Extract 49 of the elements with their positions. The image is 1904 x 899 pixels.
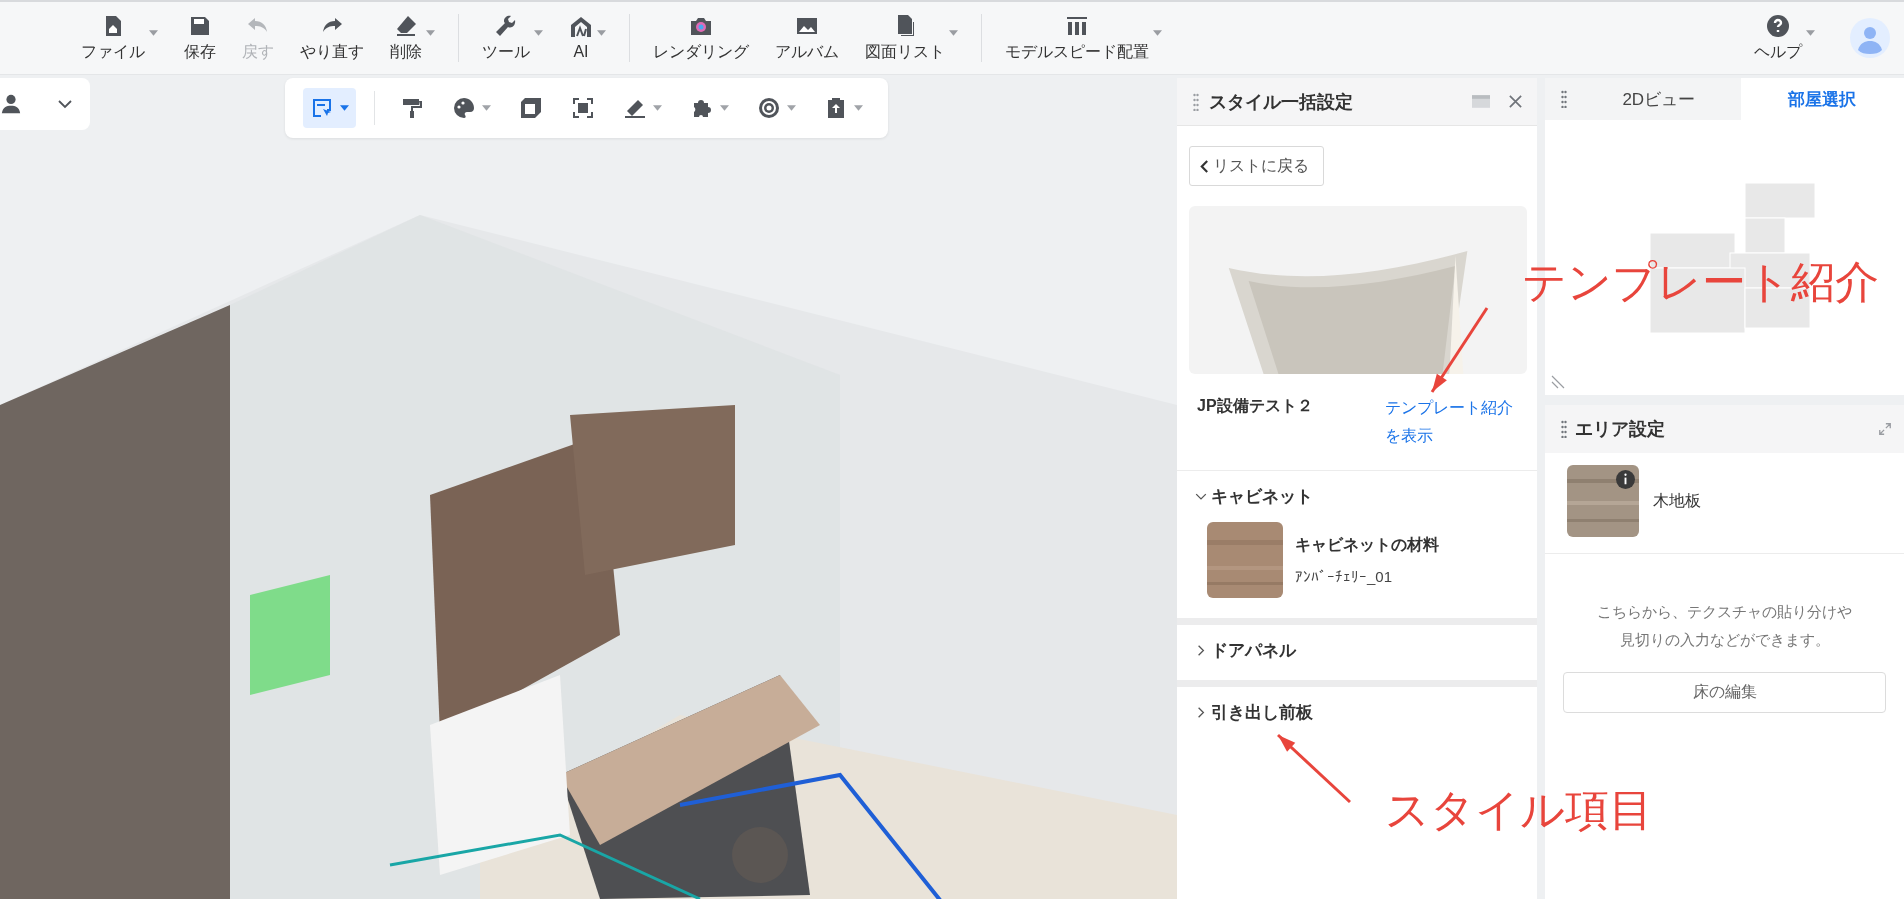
toolbar-button[interactable]: やり直す — [287, 13, 377, 63]
chevron-right-icon — [1197, 706, 1205, 719]
toolbar-button[interactable]: 保存 — [171, 13, 229, 63]
toolbar-button[interactable]: ツール — [469, 13, 556, 63]
floor-name: 木地板 — [1653, 490, 1701, 511]
drag-handle-icon[interactable] — [1561, 420, 1567, 438]
person-icon[interactable] — [0, 93, 22, 115]
house-icon — [569, 15, 593, 39]
help-button[interactable]: ヘルプ — [1741, 13, 1828, 63]
toolbar-button[interactable]: レンダリング — [640, 13, 762, 63]
toolbar-button[interactable]: モデルスピード配置 — [992, 13, 1175, 63]
tab[interactable]: 部屋選択 — [1740, 78, 1904, 120]
toolbar-button[interactable]: 図面リスト — [852, 13, 971, 63]
chevron-right-icon — [1197, 644, 1205, 657]
annotation-label: スタイル項目 — [1385, 786, 1653, 835]
drag-handle-icon[interactable] — [1561, 90, 1567, 108]
close-icon[interactable] — [1508, 94, 1523, 109]
palette-icon — [452, 96, 476, 120]
template-link[interactable]: テンプレート紹介を表示 — [1385, 394, 1517, 450]
hint-text: こちらから、テクスチャの貼り分けや見切りの入力などができます。 — [1596, 602, 1853, 650]
panel-title: スタイル一括設定 — [1209, 90, 1354, 114]
chevron-down-icon — [1194, 492, 1208, 501]
drag-handle-icon[interactable] — [1193, 92, 1199, 111]
section-header[interactable]: ドアパネル — [1177, 625, 1316, 670]
tool-button[interactable] — [303, 88, 356, 128]
eraser-icon — [394, 13, 418, 38]
target-icon — [757, 96, 781, 120]
wrench-icon — [494, 13, 518, 38]
frame-icon — [571, 96, 595, 120]
list-icon — [310, 96, 334, 120]
material-value: ｱﾝﾊﾞｰﾁｪﾘｰ_01 — [1295, 568, 1394, 585]
section-header[interactable]: キャビネット — [1177, 471, 1333, 516]
panel-title: エリア設定 — [1575, 418, 1666, 441]
template-name: JP設備テスト２ — [1197, 396, 1313, 416]
layers-icon — [519, 96, 543, 120]
back-button[interactable]: リストに戻る — [1189, 146, 1324, 186]
toolbar-button[interactable]: ファイル — [68, 13, 171, 63]
toolbar-button[interactable]: アルバム — [762, 13, 852, 63]
toolbar-button[interactable]: AI — [556, 15, 619, 61]
paint-roller-icon — [400, 96, 424, 120]
help-icon — [1766, 13, 1790, 38]
annotation-label: テンプレート紹介 — [1522, 258, 1879, 307]
material-name: キャビネットの材料 — [1295, 535, 1439, 555]
section-header[interactable]: 引き出し前板 — [1177, 687, 1333, 732]
resize-handle-icon[interactable] — [1551, 375, 1565, 389]
info-icon[interactable] — [1616, 470, 1635, 489]
chevron-left-icon — [1200, 158, 1209, 174]
edit-floor-button[interactable]: 床の編集 — [1563, 672, 1886, 713]
toolbar-button[interactable]: 削除 — [377, 13, 448, 63]
